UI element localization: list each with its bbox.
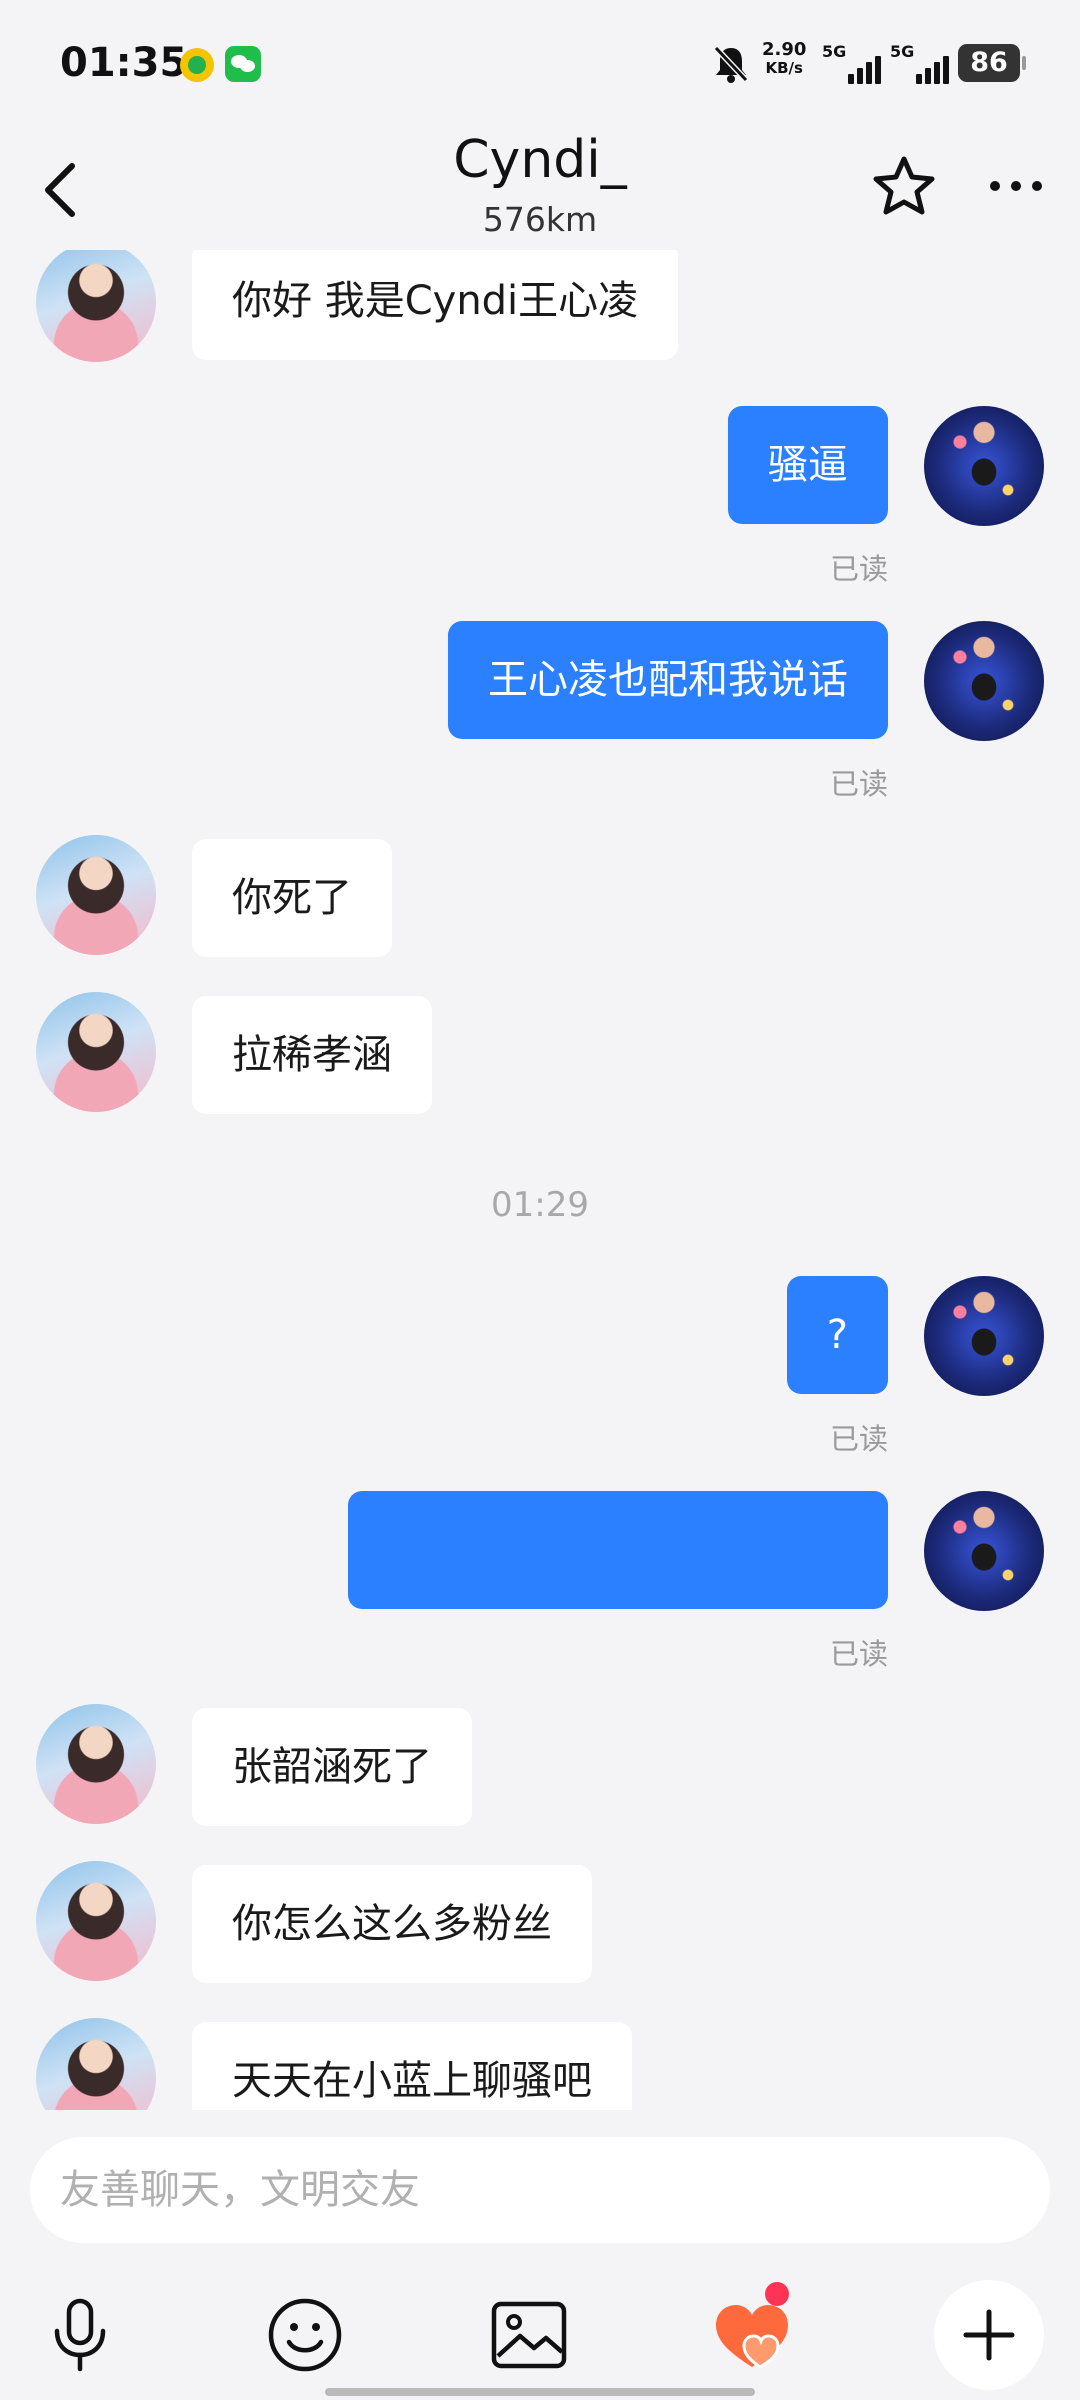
contact-avatar[interactable] [36,992,156,1112]
input-placeholder: 友善聊天，文明交友 [60,2167,420,2213]
contact-name: Cyndi_ [453,130,627,190]
image-button[interactable] [474,2280,584,2390]
message-list[interactable]: 你好 我是Cyndi王心凌 骚逼 已读 王心凌也配和我说话 已读 你死了 拉稀孝… [0,250,1080,2110]
voice-button[interactable] [25,2280,135,2390]
read-receipt: 已读 [829,767,888,801]
message-bubble[interactable]: 张韶涵死了 [192,1708,472,1826]
time-divider: 01:29 [491,1185,589,1225]
network-speed: 2.90 KB/s [762,40,806,78]
message-bubble-redacted[interactable] [348,1491,888,1609]
contact-avatar[interactable] [36,835,156,955]
contact-avatar[interactable] [36,1704,156,1824]
message-bubble[interactable]: 你好 我是Cyndi王心凌 [192,250,679,360]
image-icon [491,2301,567,2369]
read-receipt: 已读 [829,1637,888,1671]
my-avatar[interactable] [924,1276,1044,1396]
bell-muted-icon [712,44,750,88]
message-bubble[interactable]: 你怎么这么多粉丝 [192,1865,592,1983]
message-bubble[interactable]: 天天在小蓝上聊骚吧 [192,2022,632,2110]
emoji-button[interactable] [250,2280,360,2390]
more-options-button[interactable] [980,150,1052,222]
network-speed-value: 2.90 [762,39,807,60]
message-bubble[interactable]: 你死了 [192,839,392,957]
my-avatar[interactable] [924,1491,1044,1611]
my-avatar[interactable] [924,406,1044,526]
message-bubble[interactable]: 王心凌也配和我说话 [448,621,888,739]
battery-indicator: 86 [958,44,1026,82]
back-icon [45,163,75,217]
chat-header: Cyndi_ 576km [0,130,1080,250]
chat-screen: 01:35 2.90 KB/s 5G 5G 86 Cyndi_ 576km 你好… [0,0,1080,2400]
back-button[interactable] [30,150,90,230]
more-icon [990,181,1042,191]
signal-sim2-icon: 5G [890,42,949,84]
composer-toolbar [0,2280,1080,2390]
status-time: 01:35 [60,40,188,86]
message-bubble[interactable]: ? [786,1276,888,1394]
sim2-label: 5G [890,42,915,61]
message-input[interactable]: 友善聊天，文明交友 [30,2137,1050,2243]
contact-avatar[interactable] [36,1861,156,1981]
signal-sim1-icon: 5G [822,42,881,84]
emoji-icon [268,2298,342,2372]
plus-icon [963,2309,1015,2361]
sim1-label: 5G [822,42,847,61]
network-speed-unit: KB/s [765,59,803,77]
my-avatar[interactable] [924,621,1044,741]
notification-dot [765,2282,789,2306]
star-icon [873,156,935,215]
hearts-gift-icon [716,2305,788,2369]
read-receipt: 已读 [829,552,888,586]
message-bubble[interactable]: 拉稀孝涵 [192,996,432,1114]
contact-avatar[interactable] [36,2018,156,2110]
wechat-icon [225,46,261,82]
composer: 友善聊天，文明交友 [0,2110,1080,2400]
message-bubble[interactable]: 骚逼 [728,406,888,524]
more-actions-button[interactable] [934,2280,1044,2390]
status-bar: 01:35 2.90 KB/s 5G 5G 86 [0,0,1080,130]
read-receipt: 已读 [829,1422,888,1456]
gift-button[interactable] [697,2280,807,2390]
microphone-icon [54,2298,106,2372]
contact-avatar[interactable] [36,250,156,362]
favorite-button[interactable] [868,150,940,222]
music-app-icon [180,48,214,82]
home-indicator[interactable] [325,2388,755,2396]
contact-distance: 576km [482,200,598,239]
